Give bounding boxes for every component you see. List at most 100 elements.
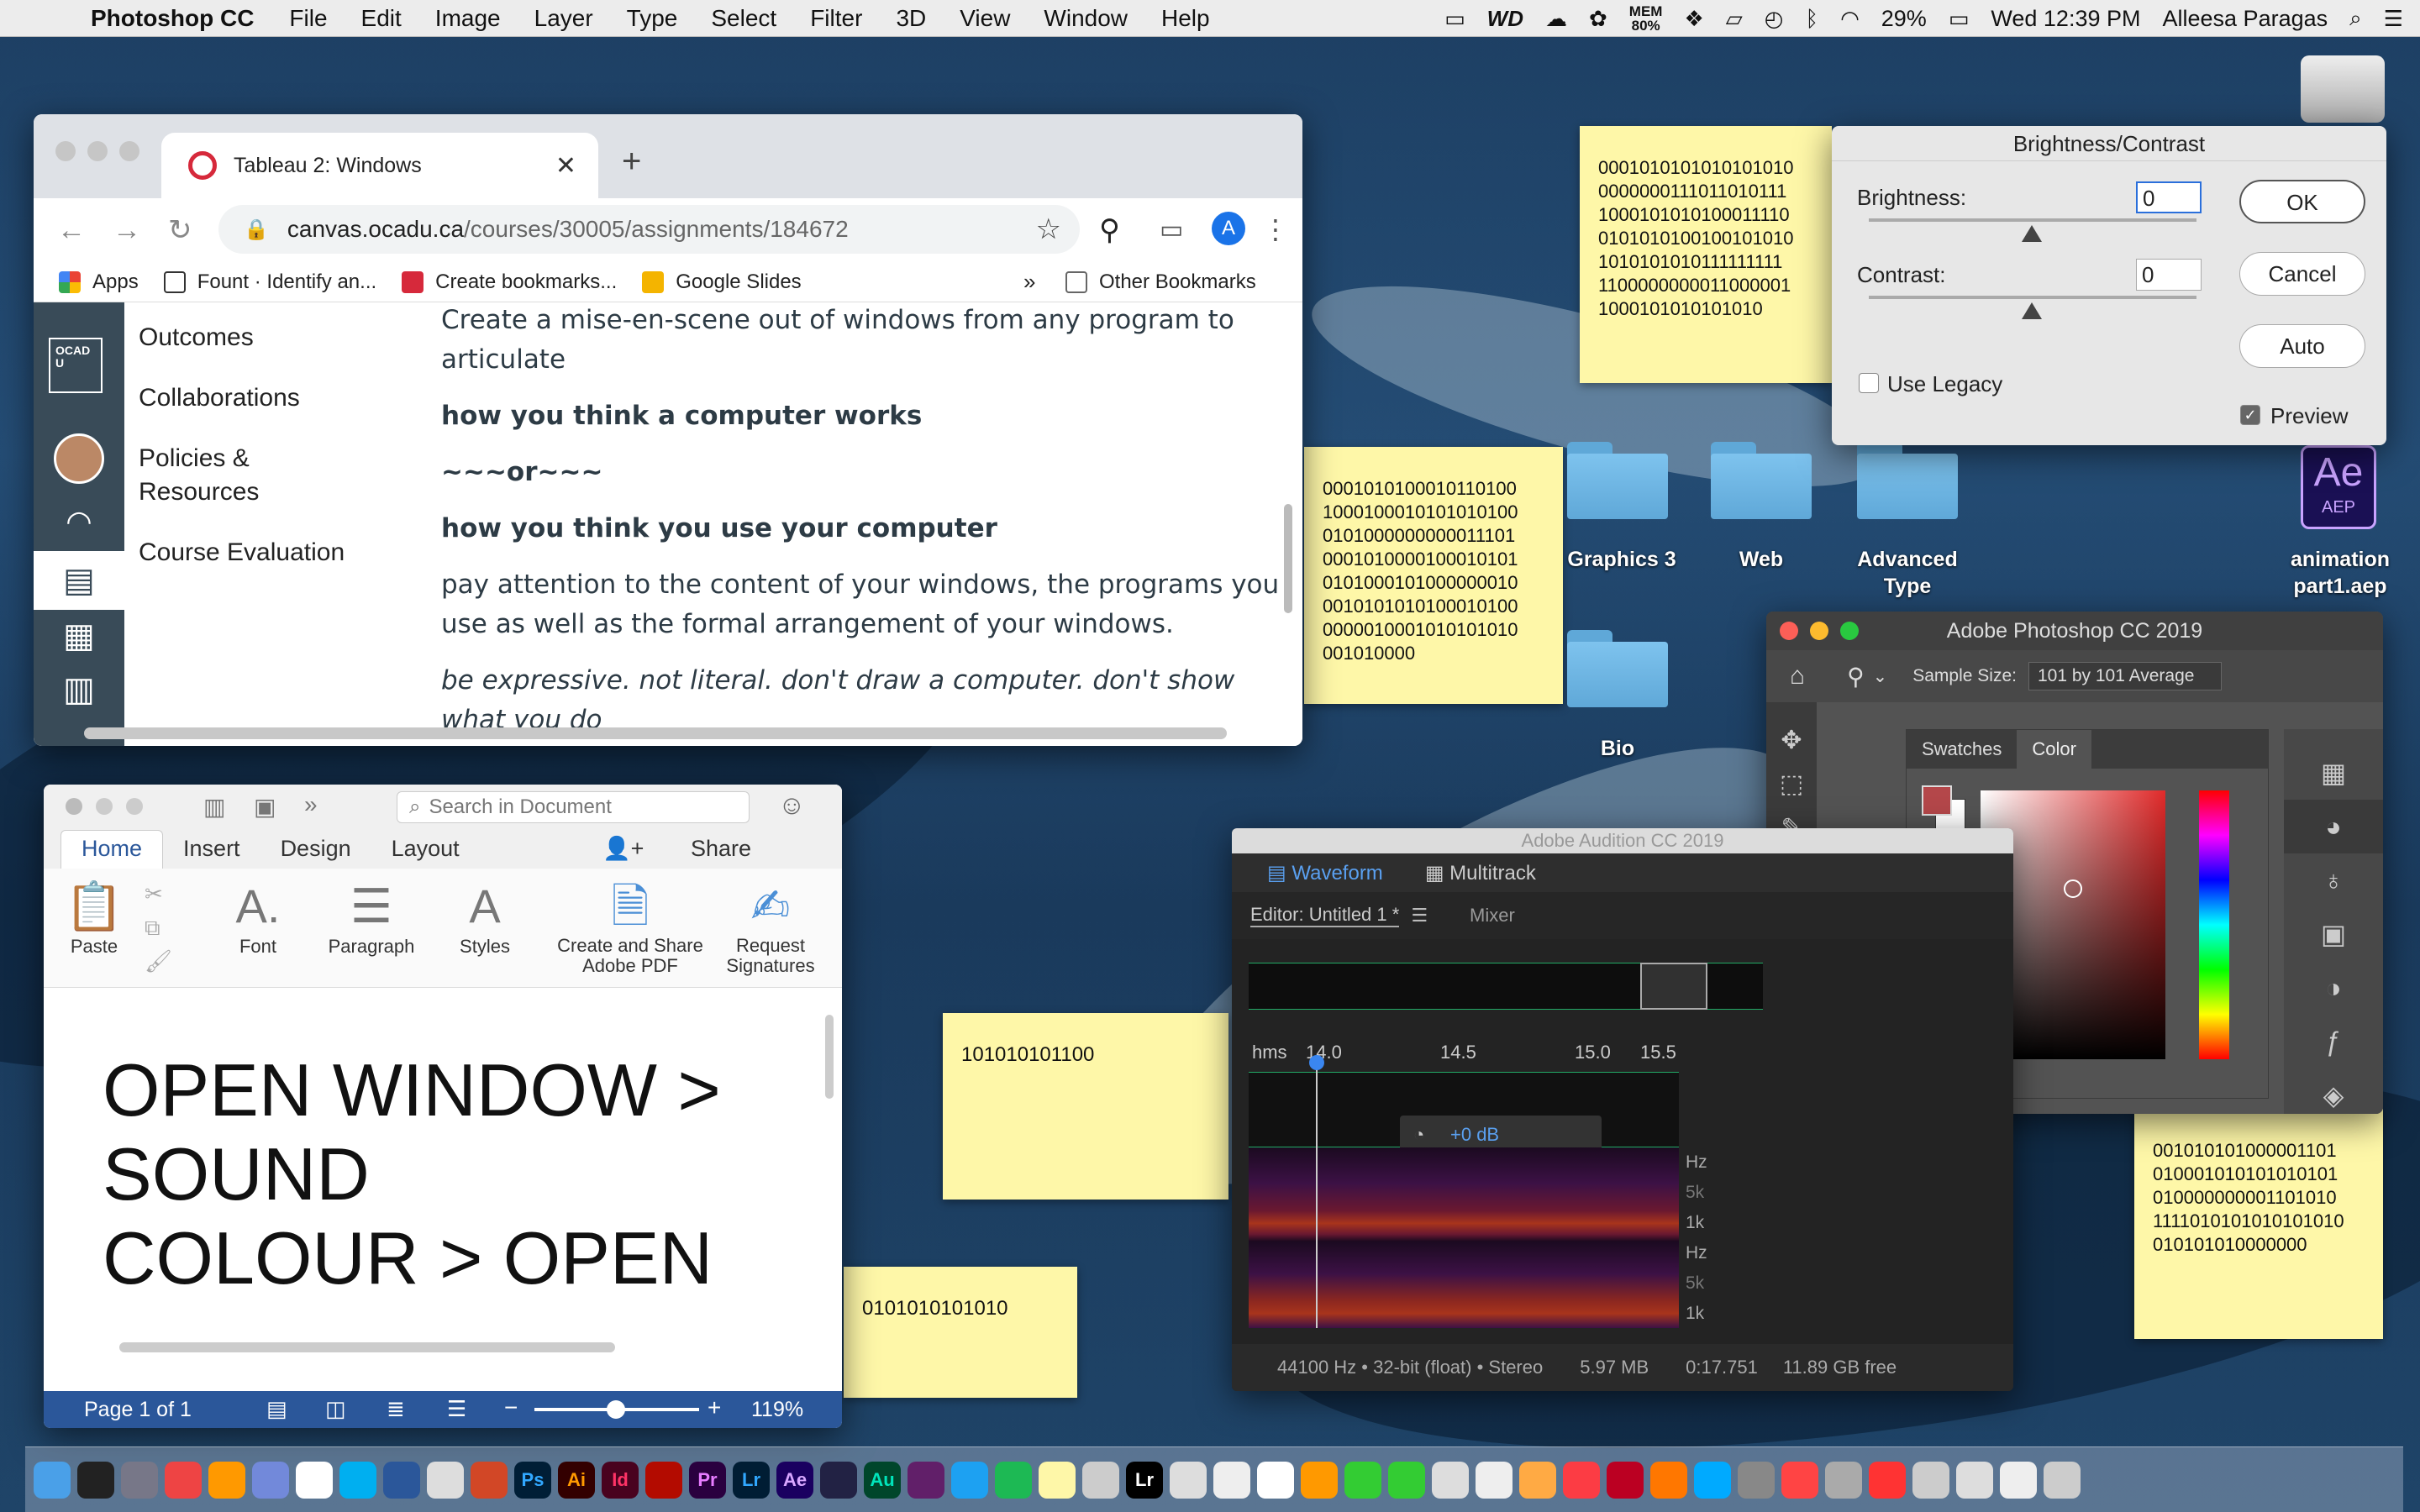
ok-button[interactable]: OK bbox=[2239, 180, 2365, 223]
close-tab-icon[interactable]: ✕ bbox=[555, 151, 576, 181]
premiere-icon[interactable]: Pr bbox=[689, 1461, 726, 1499]
hard-drive-icon[interactable] bbox=[2301, 55, 2385, 123]
facetime-icon[interactable] bbox=[1388, 1461, 1425, 1499]
zoom-level[interactable]: 119% bbox=[751, 1398, 803, 1422]
contrast-slider-thumb[interactable] bbox=[2022, 302, 2042, 319]
folder-label[interactable]: Graphics 3 bbox=[1550, 546, 1693, 573]
lightroom-icon[interactable]: Lr bbox=[733, 1461, 770, 1499]
cast-icon[interactable]: ▭ bbox=[1160, 215, 1183, 244]
minimize-window-button[interactable] bbox=[96, 798, 113, 815]
paragraph-button[interactable]: ☰ Paragraph bbox=[325, 877, 418, 958]
zoom-in-icon[interactable]: + bbox=[708, 1394, 721, 1421]
spectral-display[interactable] bbox=[1249, 1147, 1679, 1328]
save-icon[interactable]: ▣ bbox=[254, 793, 276, 821]
folder-label[interactable]: Bio bbox=[1550, 735, 1685, 762]
menu-image[interactable]: Image bbox=[435, 5, 501, 32]
menu-window[interactable]: Window bbox=[1044, 5, 1128, 32]
wd-icon[interactable] bbox=[1869, 1461, 1906, 1499]
grid-icon[interactable]: ▦ bbox=[2284, 746, 2383, 800]
vertical-scrollbar[interactable] bbox=[825, 1015, 834, 1099]
discord-icon[interactable] bbox=[252, 1461, 289, 1499]
chevron-down-icon[interactable]: ⌄ bbox=[1873, 666, 1888, 687]
zoom-window-button[interactable] bbox=[1840, 622, 1859, 640]
cut-icon[interactable]: ✂ bbox=[145, 877, 178, 911]
waveform-tab[interactable]: ▤ Waveform bbox=[1267, 861, 1383, 885]
sticky-note[interactable]: 0001010101010101010 0000000111011010111 … bbox=[1580, 126, 1832, 383]
folder-label[interactable]: Web bbox=[1694, 546, 1828, 573]
layers-icon[interactable]: ◈ bbox=[2284, 1068, 2383, 1114]
display-icon[interactable]: ▭ bbox=[1444, 6, 1465, 32]
bookmark-star-icon[interactable]: ☆ bbox=[1036, 213, 1061, 246]
user-name[interactable]: Alleesa Paragas bbox=[2163, 6, 2328, 32]
maps-icon[interactable] bbox=[1432, 1461, 1469, 1499]
request-signatures-button[interactable]: ✍ Request Signatures bbox=[716, 877, 825, 976]
back-icon[interactable]: ← bbox=[57, 214, 89, 247]
eyedropper-extension-icon[interactable]: ⚲ bbox=[1099, 213, 1120, 247]
sticky-note[interactable]: 101010101100 bbox=[943, 1013, 1228, 1200]
create-pdf-button[interactable]: 🗎 Create and Share Adobe PDF bbox=[555, 877, 706, 976]
tab-design[interactable]: Design bbox=[260, 836, 371, 869]
clock[interactable]: Wed 12:39 PM bbox=[1991, 6, 2140, 32]
app-store-icon[interactable] bbox=[1694, 1461, 1731, 1499]
share-button[interactable]: 👤+ Share bbox=[562, 835, 792, 869]
smiley-feedback-icon[interactable]: ☺ bbox=[778, 790, 806, 821]
document-text[interactable]: OPEN WINDOW > SOUND COLOUR > OPEN bbox=[103, 1048, 721, 1300]
bookmark-slides[interactable]: Google Slides bbox=[642, 270, 802, 294]
brightness-slider-thumb[interactable] bbox=[2022, 225, 2042, 242]
new-tab-button[interactable]: + bbox=[622, 143, 641, 181]
preview-checkbox[interactable]: ✓ bbox=[2240, 405, 2260, 425]
menu-view[interactable]: View bbox=[960, 5, 1010, 32]
courses-icon[interactable]: ▤ bbox=[34, 551, 124, 610]
media-encoder-icon[interactable] bbox=[820, 1461, 857, 1499]
tab-home[interactable]: Home bbox=[60, 830, 164, 869]
editor-tab[interactable]: Editor: Untitled 1 * bbox=[1250, 904, 1400, 927]
vertical-scrollbar[interactable] bbox=[1284, 504, 1292, 613]
tab-insert[interactable]: Insert bbox=[163, 836, 260, 869]
styles-button[interactable]: A Styles bbox=[451, 877, 518, 958]
creative-cloud-icon[interactable]: ✿ bbox=[1589, 6, 1607, 32]
dropbox-icon[interactable]: ❖ bbox=[1684, 6, 1703, 32]
more-menu-icon[interactable]: ⋮ bbox=[1262, 213, 1289, 245]
zoom-window-button[interactable] bbox=[119, 141, 139, 161]
after-effects-file-icon[interactable]: Ae AEP bbox=[2301, 445, 2376, 529]
search-input[interactable]: ⌕ Search in Document bbox=[397, 791, 750, 823]
sticky-note[interactable]: 0101010101010 bbox=[844, 1267, 1077, 1398]
stickies-icon[interactable] bbox=[1039, 1461, 1076, 1499]
ae-file-label[interactable]: animation part1.aep bbox=[2269, 546, 2412, 600]
reminders-icon[interactable] bbox=[1170, 1461, 1207, 1499]
preview-icon[interactable] bbox=[1082, 1461, 1119, 1499]
avatar[interactable] bbox=[54, 433, 104, 484]
draft-icon[interactable]: ☰ bbox=[447, 1396, 466, 1422]
folder-label[interactable]: Advanced Type bbox=[1840, 546, 1975, 600]
ocad-logo[interactable]: OCAD U bbox=[49, 338, 103, 393]
course-nav-collaborations[interactable]: Collaborations bbox=[139, 381, 366, 415]
siri-icon[interactable] bbox=[77, 1461, 114, 1499]
tab-swatches[interactable]: Swatches bbox=[1907, 730, 2017, 769]
forward-icon[interactable]: → bbox=[113, 214, 145, 247]
system-preferences-icon[interactable] bbox=[1738, 1461, 1775, 1499]
word-icon[interactable] bbox=[383, 1461, 420, 1499]
use-legacy-checkbox[interactable] bbox=[1859, 373, 1879, 393]
battery-percent[interactable]: 29% bbox=[1881, 6, 1927, 32]
app-menu[interactable]: Photoshop CC bbox=[91, 5, 254, 32]
horizontal-scrollbar[interactable] bbox=[119, 1342, 615, 1352]
menu-file[interactable]: File bbox=[289, 5, 327, 32]
chrome-icon[interactable] bbox=[165, 1461, 202, 1499]
close-window-button[interactable] bbox=[55, 141, 76, 161]
menu-type[interactable]: Type bbox=[627, 5, 678, 32]
sticky-note[interactable]: 0001010100010110100 1000100010101010100 … bbox=[1304, 447, 1563, 704]
sample-size-select[interactable]: 101 by 101 Average bbox=[2028, 662, 2222, 690]
library-icon[interactable]: ▣ bbox=[2284, 907, 2383, 961]
disk-utility-icon[interactable] bbox=[1825, 1461, 1862, 1499]
sublime-icon[interactable] bbox=[208, 1461, 245, 1499]
lightbulb-icon[interactable]: ♁ bbox=[2284, 853, 2383, 907]
folder-icon[interactable] bbox=[1711, 442, 1812, 519]
home-icon[interactable]: ⌂ bbox=[1790, 662, 1805, 690]
battery-icon[interactable]: ▭ bbox=[1949, 6, 1970, 32]
powerpoint-icon[interactable] bbox=[471, 1461, 508, 1499]
close-window-button[interactable] bbox=[66, 798, 82, 815]
cancel-button[interactable]: Cancel bbox=[2239, 252, 2365, 296]
sticky-note[interactable]: 001010101000001101 010001010101010101 01… bbox=[2134, 1109, 2383, 1339]
color-palette-icon[interactable]: ◕ bbox=[2284, 800, 2383, 853]
lightroom-classic-icon[interactable]: Lr bbox=[1126, 1461, 1163, 1499]
